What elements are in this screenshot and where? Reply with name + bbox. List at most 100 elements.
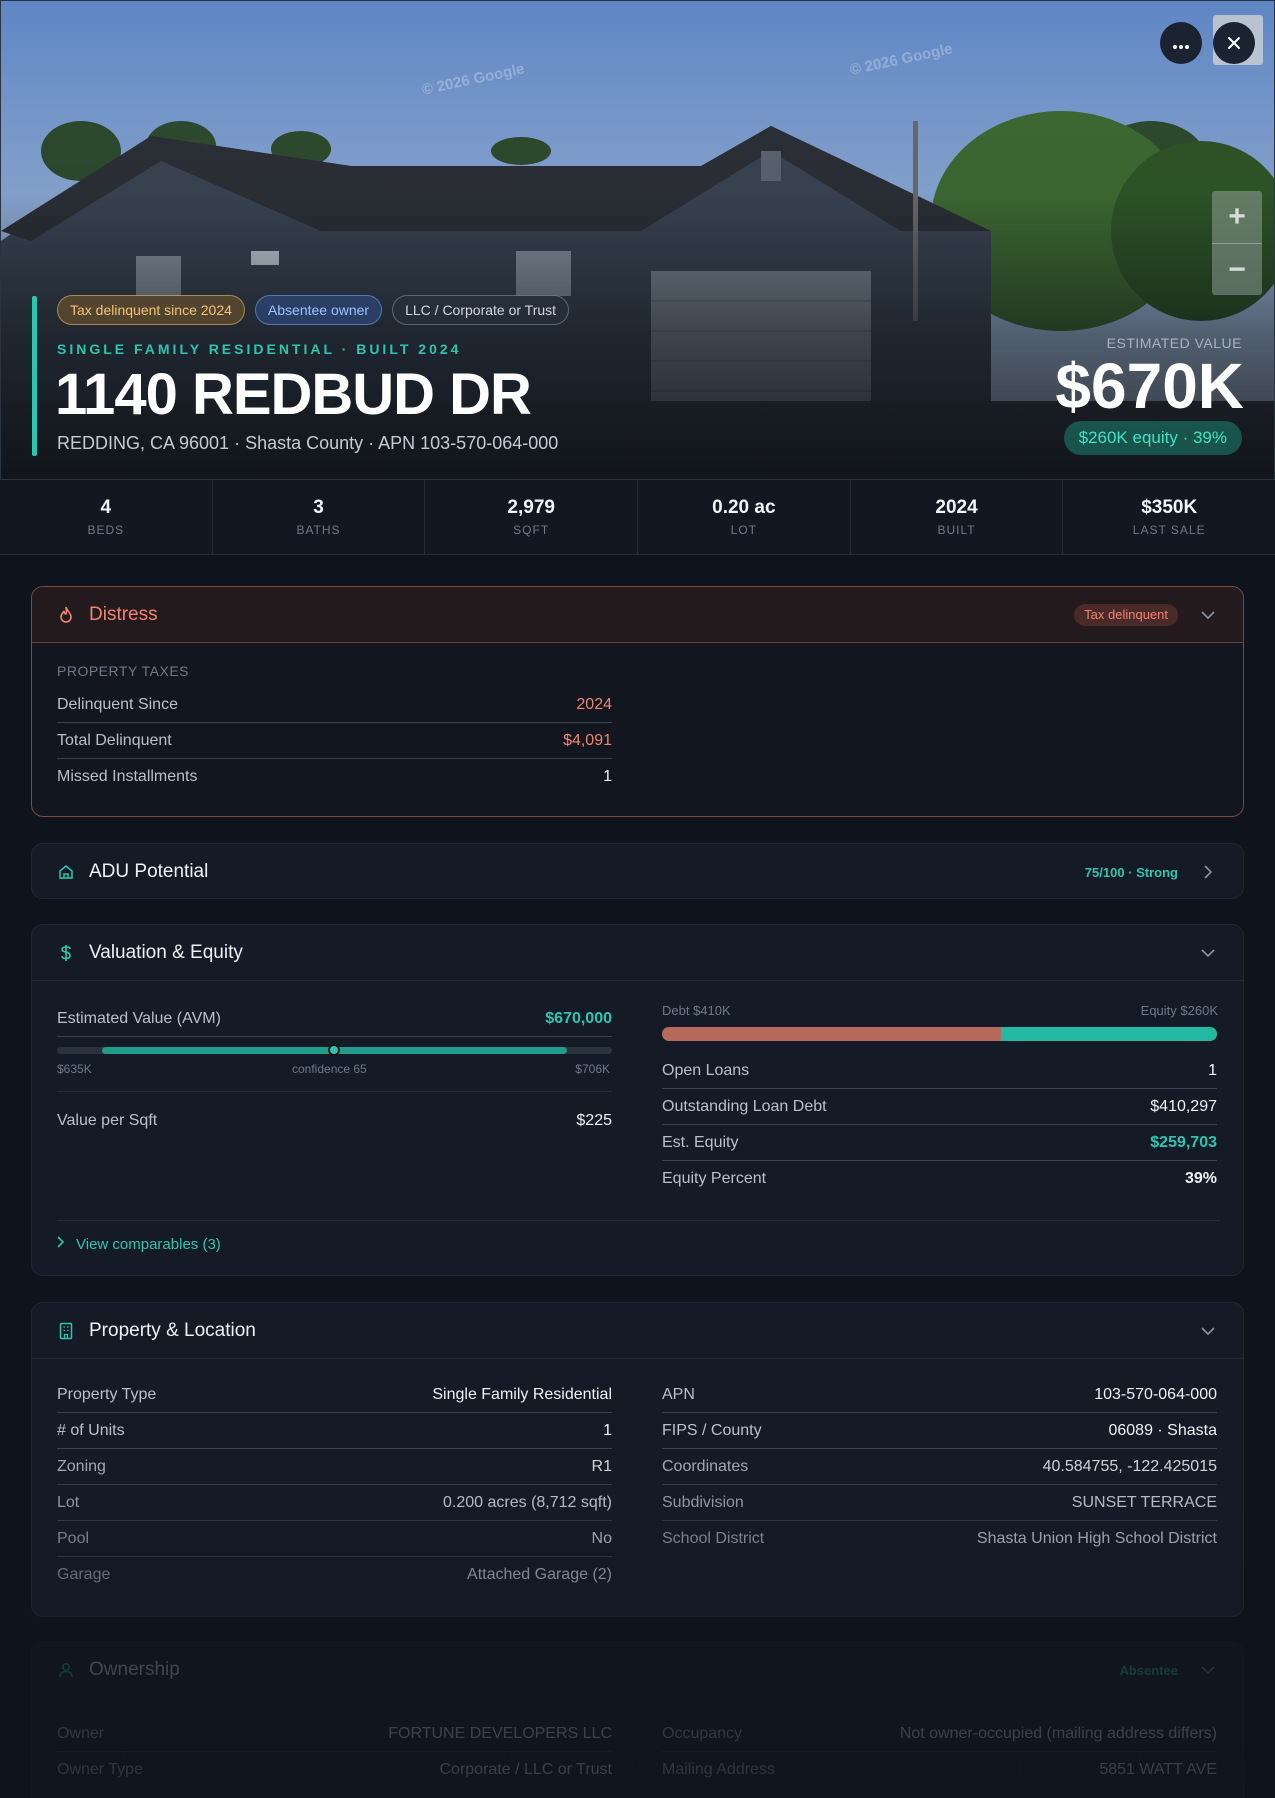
chevron-down-icon[interactable] bbox=[1198, 605, 1218, 625]
row-key: School District bbox=[662, 1530, 765, 1547]
user-icon bbox=[57, 1661, 75, 1679]
row-key: Zoning bbox=[57, 1457, 106, 1475]
stat-label: LOT bbox=[730, 523, 758, 537]
table-row: Occupancy Not owner-occupied (mailing add… bbox=[662, 1716, 1217, 1752]
row-value: 39% bbox=[1184, 1170, 1217, 1187]
table-row: Mailing Address 5851 WATT AVE bbox=[662, 1752, 1217, 1788]
property-subtype: SINGLE FAMILY RESIDENTIAL · BUILT 2024 bbox=[57, 341, 462, 357]
avm-range-marker bbox=[328, 1044, 340, 1056]
vps-block: Value per Sqft $225 bbox=[57, 1103, 612, 1139]
row-key: Occupancy bbox=[662, 1724, 743, 1742]
table-row: # of Units 1 bbox=[57, 1413, 612, 1449]
range-low: $635K bbox=[57, 1062, 92, 1076]
row-key: Owner bbox=[57, 1724, 105, 1742]
row-value: $4,091 bbox=[563, 731, 612, 749]
row-key: Outstanding Loan Debt bbox=[662, 1097, 827, 1115]
chevron-down-icon[interactable] bbox=[1198, 943, 1218, 963]
table-row: Pool No bbox=[57, 1521, 612, 1557]
avm-label: Estimated Value (AVM) bbox=[57, 1009, 221, 1027]
row-key: # of Units bbox=[57, 1421, 125, 1439]
divider bbox=[57, 1091, 612, 1092]
row-value: 5851 WATT AVE bbox=[1099, 1761, 1217, 1778]
stat-value: 0.20 ac bbox=[712, 497, 776, 518]
row-value: SUNSET TERRACE bbox=[1071, 1493, 1217, 1511]
view-comparables-link[interactable]: View comparables (3) bbox=[57, 1235, 221, 1253]
adu-potential-card[interactable]: ADU Potential 75/100 · Strong bbox=[31, 843, 1244, 899]
range-confidence: confidence 65 bbox=[292, 1062, 367, 1076]
row-key: Coordinates bbox=[662, 1457, 749, 1475]
avm-value: $670,000 bbox=[545, 1009, 612, 1027]
range-high: $706K bbox=[575, 1062, 610, 1076]
row-value: 40.584755, -122.425015 bbox=[1042, 1457, 1217, 1475]
row-key: Missed Installments bbox=[57, 768, 198, 785]
row-value: No bbox=[591, 1529, 612, 1547]
ownership-header[interactable]: Ownership Absentee bbox=[32, 1642, 1243, 1698]
ownership-title: Ownership bbox=[89, 1659, 180, 1680]
table-row: Coordinates 40.584755, -122.425015 bbox=[662, 1449, 1217, 1485]
equity-label: Equity $260K bbox=[1140, 1003, 1218, 1018]
row-key: Est. Equity bbox=[662, 1133, 739, 1151]
stat-label: BUILT bbox=[937, 523, 976, 537]
row-value: R1 bbox=[591, 1457, 612, 1475]
stat-last-sale: $350K LAST SALE bbox=[1063, 480, 1275, 554]
loan-list: Open Loans 1 Outstanding Loan Debt $410,29… bbox=[662, 1053, 1217, 1197]
row-key: Equity Percent bbox=[662, 1170, 767, 1187]
table-row: Subdivision SUNSET TERRACE bbox=[662, 1485, 1217, 1521]
row-value: FORTUNE DEVELOPERS LLC bbox=[388, 1724, 612, 1742]
chevron-right-icon[interactable] bbox=[1198, 862, 1218, 882]
distress-header[interactable]: Distress Tax delinquent bbox=[32, 587, 1243, 643]
table-row: Total Delinquent $4,091 bbox=[57, 723, 612, 759]
row-value: 1 bbox=[603, 768, 612, 785]
row-value: Shasta Union High School District bbox=[976, 1530, 1217, 1547]
row-value: 0.200 acres (8,712 sqft) bbox=[443, 1493, 612, 1511]
stat-label: LAST SALE bbox=[1132, 523, 1206, 537]
valuation-title: Valuation & Equity bbox=[89, 941, 243, 963]
chevron-down-icon[interactable] bbox=[1198, 1321, 1218, 1341]
table-row: Missed Installments 1 bbox=[57, 759, 612, 795]
row-key: Owner Type bbox=[57, 1761, 143, 1778]
table-row: APN 103-570-064-000 bbox=[662, 1377, 1217, 1413]
property-title: Property & Location bbox=[89, 1319, 256, 1341]
row-value: Single Family Residential bbox=[432, 1385, 612, 1403]
property-details-right: APN 103-570-064-000 FIPS / County 06089 · … bbox=[662, 1377, 1217, 1557]
row-key: Lot bbox=[57, 1493, 80, 1511]
property-details-left: Property Type Single Family Residential #… bbox=[57, 1377, 612, 1593]
hero-street-view: © 2026 Google © 2026 Google + − Tax deli… bbox=[0, 0, 1275, 480]
debt-equity-bar bbox=[662, 1027, 1217, 1041]
row-value: $259,703 bbox=[1150, 1133, 1217, 1151]
view-comparables-label: View comparables (3) bbox=[76, 1235, 221, 1253]
dollar-icon bbox=[57, 944, 75, 962]
row-key: Subdivision bbox=[662, 1493, 744, 1511]
row-key: FIPS / County bbox=[662, 1421, 762, 1439]
stat-value: 2,979 bbox=[507, 497, 555, 518]
adu-header[interactable]: ADU Potential 75/100 · Strong bbox=[32, 844, 1243, 900]
table-row: Outstanding Loan Debt $410,297 bbox=[662, 1089, 1217, 1125]
table-row: Property Type Single Family Residential bbox=[57, 1377, 612, 1413]
vps-row: Value per Sqft $225 bbox=[57, 1103, 612, 1139]
chevron-right-icon bbox=[57, 1235, 65, 1253]
chevron-down-icon[interactable] bbox=[1198, 1660, 1218, 1680]
stat-value: 4 bbox=[100, 497, 112, 518]
stat-baths: 3 BATHS bbox=[213, 480, 426, 554]
table-row: Owner Type Corporate / LLC or Trust bbox=[57, 1752, 612, 1788]
more-options-button[interactable] bbox=[1160, 22, 1202, 64]
home-icon bbox=[57, 863, 75, 881]
map-zoom-controls: + − bbox=[1212, 191, 1262, 295]
zoom-out-button[interactable]: − bbox=[1212, 243, 1262, 295]
property-taxes-label: PROPERTY TAXES bbox=[57, 663, 190, 679]
property-header[interactable]: Property & Location bbox=[32, 1303, 1243, 1359]
close-button[interactable] bbox=[1213, 22, 1255, 64]
valuation-equity-card: Valuation & Equity Estimated Value (AVM)… bbox=[31, 924, 1244, 1276]
status-badges: Tax delinquent since 2024 Absentee owner… bbox=[57, 295, 570, 325]
title-accent-bar bbox=[32, 296, 37, 456]
ownership-card: Ownership Absentee Owner FORTUNE DEVELOPE… bbox=[31, 1641, 1244, 1798]
row-key: Garage bbox=[57, 1566, 111, 1583]
zoom-in-button[interactable]: + bbox=[1212, 191, 1262, 243]
distress-card: Distress Tax delinquent PROPERTY TAXES D… bbox=[31, 586, 1244, 817]
tax-delinquent-pill: Tax delinquent bbox=[1074, 603, 1178, 626]
page-title: 1140 REDBUD DR bbox=[55, 362, 532, 427]
avm-block: Estimated Value (AVM) $670,000 bbox=[57, 1001, 612, 1037]
stat-value: 3 bbox=[313, 497, 324, 518]
ownership-details-left: Owner FORTUNE DEVELOPERS LLC Owner Type Co… bbox=[57, 1716, 612, 1788]
valuation-header[interactable]: Valuation & Equity bbox=[32, 925, 1243, 981]
